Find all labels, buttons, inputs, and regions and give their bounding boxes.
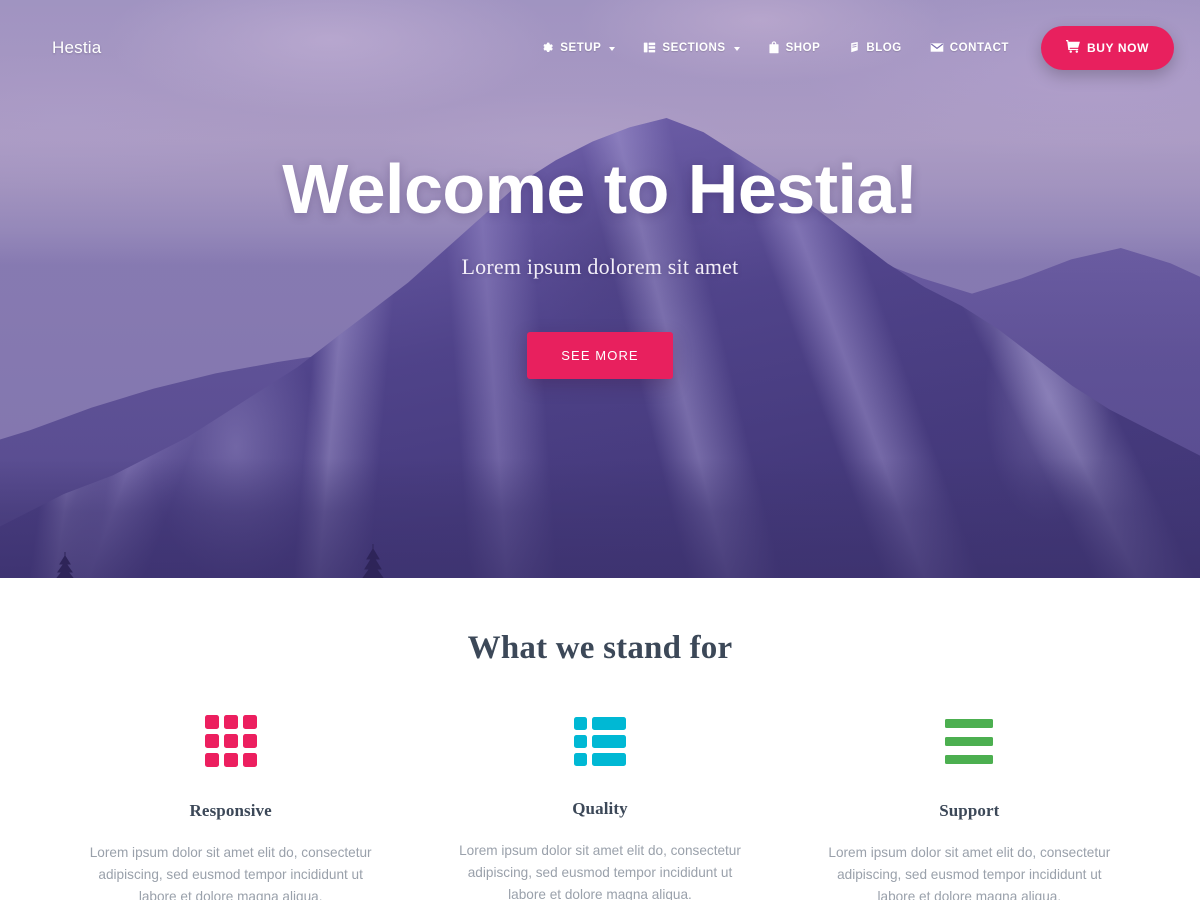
feature-text: Lorem ipsum dolor sit amet elit do, cons…	[459, 843, 741, 900]
pencil-icon	[848, 41, 860, 54]
nav-item-label: CONTACT	[949, 41, 1010, 54]
list-icon	[573, 716, 626, 766]
feature-card-quality: Quality Lorem ipsum dolor sit amet elit …	[415, 709, 784, 900]
buy-now-button[interactable]: BUY NOW	[1041, 25, 1174, 70]
nav-item-label: SETUP	[560, 41, 602, 54]
feature-icon-wrap	[80, 709, 381, 773]
bars-icon	[945, 718, 994, 764]
sections-icon	[643, 41, 656, 54]
feature-text: Lorem ipsum dolor sit amet elit do, cons…	[828, 845, 1111, 900]
hero-section: Hestia SETUP SECTIONS SHOP BLOG CONTACT …	[0, 0, 1200, 578]
nav-item-contact[interactable]: CONTACT	[916, 32, 1023, 64]
shopping-cart-icon	[1066, 39, 1080, 56]
hero-subtitle: Lorem ipsum dolorem sit amet	[461, 254, 739, 280]
main-navbar: Hestia SETUP SECTIONS SHOP BLOG CONTACT …	[0, 0, 1200, 95]
feature-card-support: Support Lorem ipsum dolor sit amet elit …	[785, 709, 1154, 900]
feature-title: Responsive	[189, 801, 272, 820]
nav-item-blog[interactable]: BLOG	[834, 31, 915, 64]
feature-text: Lorem ipsum dolor sit amet elit do, cons…	[89, 845, 372, 900]
site-brand[interactable]: Hestia	[52, 38, 101, 58]
chevron-down-icon	[733, 46, 740, 51]
see-more-button[interactable]: SEE MORE	[527, 332, 673, 380]
features-row: Responsive Lorem ipsum dolor sit amet el…	[0, 709, 1200, 900]
page-title: Welcome to Hestia!	[282, 149, 918, 228]
buy-now-label: BUY NOW	[1087, 40, 1149, 55]
feature-title: Support	[939, 801, 1000, 820]
feature-card-responsive: Responsive Lorem ipsum dolor sit amet el…	[46, 709, 415, 900]
shopping-bag-icon	[768, 41, 780, 54]
gear-icon	[541, 41, 554, 54]
features-title: What we stand for	[467, 630, 733, 666]
nav-item-label: SHOP	[785, 41, 821, 54]
chevron-down-icon	[609, 46, 616, 51]
nav-item-shop[interactable]: SHOP	[754, 31, 835, 64]
feature-title: Quality	[572, 799, 628, 818]
feature-icon-wrap	[449, 709, 750, 773]
nav-item-setup[interactable]: SETUP	[527, 31, 629, 64]
feature-icon-wrap	[819, 709, 1120, 773]
grid-icon	[204, 715, 257, 767]
nav-item-label: BLOG	[866, 41, 902, 54]
nav-item-label: SECTIONS	[662, 41, 726, 54]
features-section: What we stand for Responsive Lorem ipsum…	[0, 578, 1200, 900]
nav-item-sections[interactable]: SECTIONS	[629, 31, 753, 64]
nav-menu: SETUP SECTIONS SHOP BLOG CONTACT BUY NOW	[527, 25, 1174, 70]
envelope-icon	[930, 42, 944, 53]
